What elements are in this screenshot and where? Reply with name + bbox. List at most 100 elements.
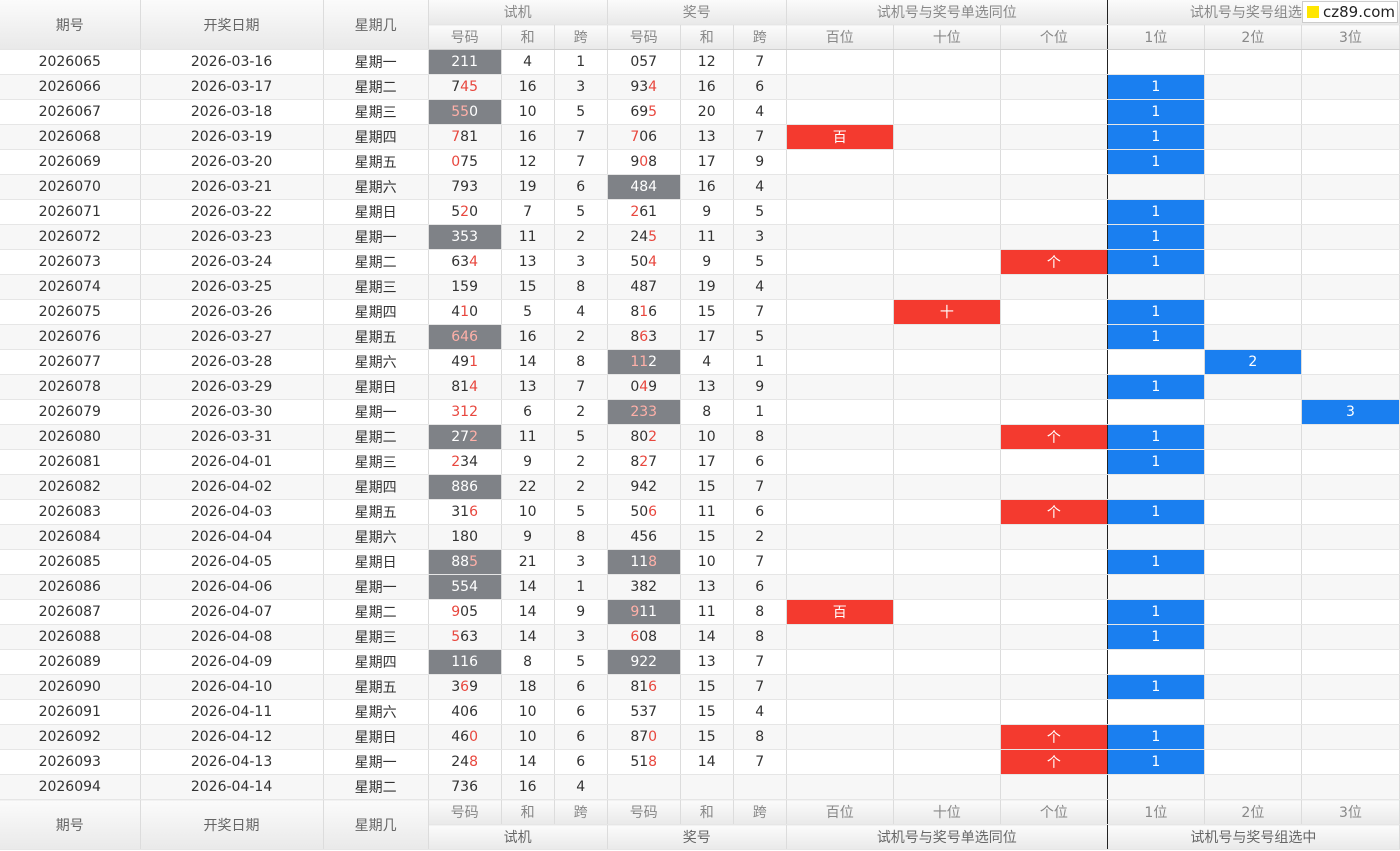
prize-sum-cell: 15 [680, 674, 734, 700]
footer-header-hundreds: 百位 [786, 799, 894, 825]
trial-code-cell: 554 [428, 574, 502, 600]
trial-code-cell: 159 [428, 274, 502, 300]
table-row: 2026086 2026-04-06 星期一 554 14 1 382 13 6 [0, 574, 1400, 600]
group-header-prize: 奖号 [607, 0, 787, 25]
weekday-cell: 星期一 [323, 224, 429, 250]
digit: 4 [469, 254, 478, 270]
group-pos1-cell: 1 [1107, 599, 1205, 625]
digit: 0 [630, 54, 640, 70]
single-ones-cell [1000, 549, 1108, 575]
trial-span-cell: 9 [554, 599, 608, 625]
digit: 6 [639, 204, 649, 220]
draw-rows: 2026065 2026-03-16 星期一 211 4 1 057 12 7 2026066 20… [0, 49, 1400, 800]
weekday-cell: 星期一 [323, 574, 429, 600]
group-pos3-cell: 3 [1301, 399, 1400, 425]
digit: 6 [648, 529, 658, 545]
trial-sum-cell: 16 [501, 74, 555, 100]
digit: 8 [630, 429, 640, 445]
table-row: 2026088 2026-04-08 星期三 563 14 3 608 14 8 1 [0, 624, 1400, 650]
digit: 8 [451, 479, 461, 495]
single-hundreds-cell [786, 449, 894, 475]
single-hundreds-cell [786, 424, 894, 450]
trial-code-cell: 410 [428, 299, 502, 325]
issue-cell: 2026080 [0, 424, 141, 450]
single-ones-cell: 个 [1000, 724, 1108, 750]
group-pos3-cell [1301, 224, 1400, 250]
weekday-cell: 星期二 [323, 424, 429, 450]
weekday-cell: 星期二 [323, 74, 429, 100]
group-pos1-cell [1107, 474, 1205, 500]
site-watermark[interactable]: cz89.com [1302, 1, 1398, 23]
issue-cell: 2026066 [0, 74, 141, 100]
single-tens-cell [893, 549, 1001, 575]
weekday-cell: 星期五 [323, 149, 429, 175]
digit: 8 [460, 554, 470, 570]
trial-span-cell: 5 [554, 424, 608, 450]
prize-sum-cell: 13 [680, 124, 734, 150]
group-pos3-cell [1301, 74, 1400, 100]
table-row: 2026070 2026-03-21 星期六 793 19 6 484 16 4 [0, 174, 1400, 200]
table-row: 2026076 2026-03-27 星期五 646 16 2 863 17 5 1 [0, 324, 1400, 350]
prize-code-cell: 504 [607, 249, 681, 275]
date-cell: 2026-04-07 [140, 599, 324, 625]
group-pos1-cell: 1 [1107, 624, 1205, 650]
group-pos3-cell [1301, 524, 1400, 550]
prize-code-cell: 908 [607, 149, 681, 175]
single-tens-cell [893, 174, 1001, 200]
single-ones-cell [1000, 374, 1108, 400]
trial-sum-cell: 22 [501, 474, 555, 500]
digit: 1 [451, 279, 461, 295]
prize-sum-cell: 13 [680, 649, 734, 675]
issue-cell: 2026079 [0, 399, 141, 425]
trial-span-cell: 1 [554, 574, 608, 600]
col-header-trial-span: 跨 [554, 24, 608, 50]
trial-span-cell: 5 [554, 649, 608, 675]
digit: 3 [451, 679, 461, 695]
single-ones-cell [1000, 149, 1108, 175]
digit: 5 [648, 229, 658, 245]
single-ones-cell [1000, 99, 1108, 125]
group-pos1-cell: 1 [1107, 324, 1205, 350]
trial-span-cell: 6 [554, 699, 608, 725]
group-pos2-cell [1204, 474, 1302, 500]
trial-span-cell: 3 [554, 74, 608, 100]
group-pos2-cell [1204, 174, 1302, 200]
trial-code-cell: 369 [428, 674, 502, 700]
group-pos1-cell: 1 [1107, 74, 1205, 100]
digit: 2 [639, 654, 649, 670]
digit: 9 [648, 379, 658, 395]
prize-span-cell [733, 774, 787, 800]
date-cell: 2026-03-30 [140, 399, 324, 425]
digit: 4 [460, 329, 470, 345]
date-cell: 2026-03-24 [140, 249, 324, 275]
single-hundreds-cell [786, 724, 894, 750]
group-pos1-cell: 1 [1107, 749, 1205, 775]
digit: 3 [460, 254, 470, 270]
digit: 9 [630, 604, 640, 620]
single-tens-cell [893, 774, 1001, 800]
single-hundreds-cell [786, 474, 894, 500]
prize-code-cell: 118 [607, 549, 681, 575]
digit: 9 [630, 479, 640, 495]
digit: 5 [451, 104, 461, 120]
weekday-cell: 星期二 [323, 599, 429, 625]
digit: 5 [469, 554, 478, 570]
weekday-cell: 星期一 [323, 49, 429, 75]
digit: 8 [451, 379, 461, 395]
prize-sum-cell: 15 [680, 474, 734, 500]
single-tens-cell [893, 49, 1001, 75]
digit: 8 [630, 729, 640, 745]
prize-code-cell: 695 [607, 99, 681, 125]
issue-cell: 2026068 [0, 124, 141, 150]
digit: 2 [451, 429, 461, 445]
single-hundreds-cell [786, 199, 894, 225]
group-pos1-cell: 1 [1107, 124, 1205, 150]
digit: 3 [639, 704, 649, 720]
single-hundreds-cell: 百 [786, 124, 894, 150]
prize-code-cell: 506 [607, 499, 681, 525]
digit: 5 [630, 704, 640, 720]
prize-span-cell: 3 [733, 224, 787, 250]
prize-span-cell: 4 [733, 99, 787, 125]
table-row: 2026080 2026-03-31 星期二 272 11 5 802 10 8 个 1 [0, 424, 1400, 450]
date-cell: 2026-03-28 [140, 349, 324, 375]
